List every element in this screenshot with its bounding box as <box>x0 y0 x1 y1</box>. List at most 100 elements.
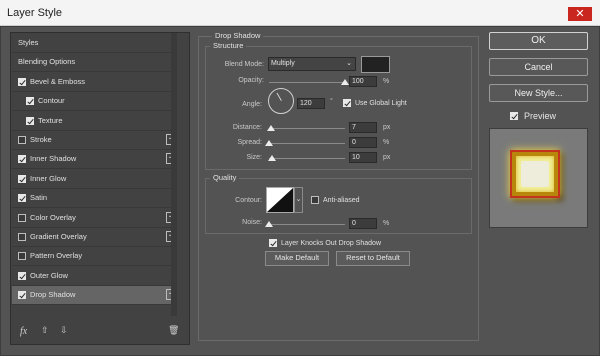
distance-label: Distance: <box>232 124 262 131</box>
style-item-label: Color Overlay <box>30 212 76 222</box>
style-item-label: Satin <box>30 193 48 203</box>
trash-icon[interactable]: 🗑 <box>168 325 179 336</box>
move-up-icon[interactable]: ⇧ <box>41 325 49 336</box>
use-global-light-checkbox[interactable] <box>343 99 351 107</box>
size-input[interactable]: 10 <box>349 152 377 163</box>
layer-knocks-out-checkbox[interactable] <box>269 239 277 247</box>
anti-aliased-checkbox[interactable] <box>311 196 319 204</box>
size-slider[interactable] <box>269 158 345 159</box>
make-default-button[interactable]: Make Default <box>265 251 329 266</box>
style-item-label: Pattern Overlay <box>30 251 83 261</box>
distance-input[interactable]: 7 <box>349 122 377 133</box>
title-bar <box>0 0 600 26</box>
spread-unit: % <box>383 139 390 146</box>
preview-label: Preview <box>524 111 557 121</box>
style-item-label: Outer Glow <box>30 270 68 280</box>
angle-input[interactable]: 120 <box>297 98 325 109</box>
chevron-down-icon: ⌄ <box>346 60 352 67</box>
angle-dial[interactable] <box>268 88 294 114</box>
style-item-stroke[interactable]: Stroke+ <box>12 131 177 150</box>
use-global-light-label: Use Global Light <box>355 100 407 107</box>
style-item-checkbox[interactable] <box>18 174 26 183</box>
style-item-label: Gradient Overlay <box>30 232 87 241</box>
style-item-pattern-overlay[interactable]: Pattern Overlay <box>12 247 175 267</box>
blend-mode-select[interactable]: Multiply ⌄ <box>268 57 356 71</box>
style-item-checkbox[interactable] <box>26 97 34 106</box>
style-item-label: Inner Shadow <box>30 154 77 164</box>
style-item-checkbox[interactable] <box>18 136 26 144</box>
style-item-label: Texture <box>38 115 63 125</box>
contour-label: Contour: <box>235 197 262 204</box>
style-item-drop-shadow[interactable]: Drop Shadow+ <box>12 286 177 306</box>
shadow-color-swatch[interactable] <box>361 56 390 73</box>
style-item-bevel-emboss[interactable]: Bevel & Emboss <box>12 73 175 92</box>
style-item-checkbox[interactable] <box>26 116 34 125</box>
style-item-satin[interactable]: Satin <box>12 189 175 209</box>
opacity-label: Opacity: <box>238 77 264 84</box>
style-item-label: Stroke <box>30 135 52 144</box>
noise-label: Noise: <box>242 219 262 226</box>
opacity-input[interactable]: 100 <box>349 76 377 87</box>
size-unit: px <box>383 154 391 161</box>
new-style-button[interactable]: New Style... <box>489 84 588 102</box>
distance-unit: px <box>383 124 391 131</box>
style-item-texture[interactable]: Texture <box>12 112 175 131</box>
style-item-label: Drop Shadow <box>30 290 76 300</box>
reset-to-default-button[interactable]: Reset to Default <box>336 251 410 266</box>
spread-slider-handle[interactable] <box>265 140 273 146</box>
size-slider-handle[interactable] <box>268 155 277 161</box>
preview-checkbox[interactable] <box>510 112 518 120</box>
ok-button[interactable]: OK <box>489 32 588 50</box>
style-item-checkbox[interactable] <box>18 194 26 203</box>
angle-label: Angle: <box>242 101 262 108</box>
style-item-checkbox[interactable] <box>18 252 26 261</box>
blend-mode-label: Blend Mode: <box>224 61 264 68</box>
style-item-inner-glow[interactable]: Inner Glow <box>12 170 175 189</box>
style-item-label: Inner Glow <box>30 173 67 183</box>
noise-slider-handle[interactable] <box>265 221 273 227</box>
style-list-scrollbar[interactable] <box>171 33 177 316</box>
opacity-slider-handle[interactable] <box>341 79 349 85</box>
move-down-icon[interactable]: ⇩ <box>60 325 68 336</box>
close-button[interactable]: ✕ <box>568 7 592 21</box>
cancel-button[interactable]: Cancel <box>489 58 588 76</box>
layer-knocks-out-label: Layer Knocks Out Drop Shadow <box>281 240 381 247</box>
size-label: Size: <box>246 154 262 161</box>
anti-aliased-label: Anti-aliased <box>323 197 360 204</box>
style-list-toolbar: fx ⇧ ⇩ 🗑 <box>10 319 190 345</box>
style-preview-thumbnail <box>489 128 588 228</box>
style-item-label: Blending Options <box>18 57 76 67</box>
style-item-checkbox[interactable] <box>18 77 26 86</box>
contour-dropdown-button[interactable]: ⌄ <box>294 187 303 213</box>
style-item-styles[interactable]: Styles <box>12 34 175 53</box>
style-list-panel: Styles Blending Options Bevel & Emboss Cont… <box>10 32 190 345</box>
contour-preview-icon <box>267 188 293 212</box>
distance-slider-handle[interactable] <box>266 125 275 131</box>
distance-slider[interactable] <box>269 128 345 129</box>
style-item-label: Contour <box>38 96 65 106</box>
style-item-label: Bevel & Emboss <box>30 76 86 86</box>
structure-title: Structure <box>210 41 247 50</box>
style-item-checkbox[interactable] <box>18 271 26 280</box>
noise-input[interactable]: 0 <box>349 218 377 229</box>
style-item-outer-glow[interactable]: Outer Glow <box>12 267 175 286</box>
style-item-contour[interactable]: Contour <box>12 92 175 112</box>
style-item-checkbox[interactable] <box>18 291 26 300</box>
noise-slider[interactable] <box>269 224 345 225</box>
style-item-inner-shadow[interactable]: Inner Shadow+ <box>12 150 177 170</box>
spread-input[interactable]: 0 <box>349 137 377 148</box>
style-item-gradient-overlay[interactable]: Gradient Overlay+ <box>12 228 177 247</box>
style-item-label: Styles <box>18 38 39 47</box>
style-item-checkbox[interactable] <box>18 233 26 241</box>
drop-shadow-title: Drop Shadow <box>212 31 264 40</box>
style-item-checkbox[interactable] <box>18 213 26 222</box>
opacity-slider[interactable] <box>269 82 345 83</box>
opacity-unit: % <box>383 78 390 85</box>
style-item-color-overlay[interactable]: Color Overlay+ <box>12 209 177 228</box>
style-item-blending-options[interactable]: Blending Options <box>12 53 175 73</box>
spread-slider[interactable] <box>269 143 345 144</box>
fx-icon[interactable]: fx <box>20 326 27 337</box>
quality-title: Quality <box>210 173 240 182</box>
contour-picker[interactable] <box>266 187 294 213</box>
style-item-checkbox[interactable] <box>18 155 26 164</box>
